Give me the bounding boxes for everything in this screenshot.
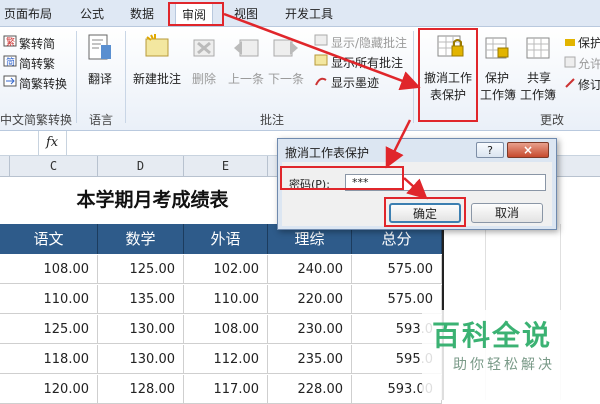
name-box[interactable] bbox=[0, 131, 39, 155]
previous-comment-button[interactable]: 上一条 bbox=[228, 70, 264, 87]
table-cell[interactable]: 108.00 bbox=[0, 255, 98, 284]
tab-view[interactable]: 视图 bbox=[234, 5, 258, 22]
protect-workbook-label-line1[interactable]: 保护 bbox=[485, 69, 509, 86]
table-cell[interactable]: 110.00 bbox=[184, 285, 268, 314]
track-changes-icon bbox=[564, 77, 576, 92]
trad-to-simp-icon: 繁 bbox=[3, 35, 17, 50]
simp-to-trad-button[interactable]: 简转繁 bbox=[19, 55, 55, 72]
table-cell[interactable]: 135.00 bbox=[98, 285, 184, 314]
allow-edit-button[interactable]: 允许 bbox=[578, 55, 600, 72]
column-header-c[interactable]: C bbox=[10, 156, 98, 176]
show-hide-comment-button[interactable]: 显示/隐藏批注 bbox=[331, 34, 407, 51]
next-comment-button[interactable]: 下一条 bbox=[268, 70, 304, 87]
dialog-title: 撤消工作表保护 bbox=[285, 146, 370, 160]
share-workbook-label-line1[interactable]: 共享 bbox=[527, 69, 551, 86]
table-cell[interactable]: 102.00 bbox=[184, 255, 268, 284]
table-header-chinese[interactable]: 语文 bbox=[0, 224, 98, 254]
protect-workbook-icon bbox=[484, 35, 512, 64]
show-all-comments-icon bbox=[314, 54, 328, 70]
protect-share-icon bbox=[564, 35, 576, 50]
delete-comment-button[interactable]: 删除 bbox=[192, 70, 216, 87]
trad-to-simp-button[interactable]: 繁转简 bbox=[19, 35, 55, 52]
highlight-box-ok-button bbox=[384, 197, 466, 227]
highlight-box-password bbox=[280, 166, 404, 190]
table-cell[interactable]: 112.00 bbox=[184, 345, 268, 374]
tab-developer[interactable]: 开发工具 bbox=[285, 5, 333, 22]
table-cell[interactable]: 130.00 bbox=[98, 345, 184, 374]
group-label-changes: 更改 bbox=[540, 113, 565, 127]
delete-comment-icon bbox=[192, 35, 218, 64]
svg-text:繁: 繁 bbox=[6, 36, 15, 47]
group-separator bbox=[76, 31, 77, 123]
share-workbook-icon bbox=[525, 35, 553, 64]
cancel-button[interactable]: 取消 bbox=[471, 203, 543, 223]
group-separator bbox=[413, 31, 414, 123]
watermark-title: 百科全说 bbox=[432, 319, 553, 352]
table-cell[interactable]: 235.00 bbox=[268, 345, 352, 374]
group-label-comments: 批注 bbox=[260, 113, 285, 127]
tab-data[interactable]: 数据 bbox=[130, 5, 154, 22]
protect-share-button[interactable]: 保护 bbox=[578, 34, 600, 51]
table-cell[interactable]: 118.00 bbox=[0, 345, 98, 374]
ribbon-tab-bar: 页面布局 公式 数据 审阅 视图 开发工具 bbox=[0, 0, 600, 27]
table-cell[interactable]: 110.00 bbox=[0, 285, 98, 314]
group-label-language: 语言 bbox=[89, 113, 114, 127]
show-all-comments-button[interactable]: 显示所有批注 bbox=[331, 54, 403, 71]
simp-to-trad-icon: 简 bbox=[3, 55, 17, 70]
tab-formulas[interactable]: 公式 bbox=[80, 5, 104, 22]
table-cell[interactable]: 130.00 bbox=[98, 315, 184, 344]
group-label-chinese-conversion: 中文简繁转换 bbox=[0, 113, 73, 127]
tab-page-layout[interactable]: 页面布局 bbox=[4, 5, 52, 22]
show-ink-icon bbox=[314, 74, 328, 90]
show-hide-comment-icon bbox=[314, 34, 328, 50]
table-header-math[interactable]: 数学 bbox=[98, 224, 184, 254]
column-header-d[interactable]: D bbox=[98, 156, 184, 176]
table-cell[interactable]: 125.00 bbox=[0, 315, 98, 344]
previous-comment-icon bbox=[232, 35, 260, 64]
sheet-title: 本学期月考成绩表 bbox=[76, 189, 229, 211]
share-workbook-label-line2[interactable]: 工作簿 bbox=[520, 86, 556, 103]
translate-button[interactable]: 翻译 bbox=[88, 70, 112, 87]
highlight-box-unprotect-sheet bbox=[418, 28, 478, 122]
next-comment-icon bbox=[272, 35, 300, 64]
table-cell[interactable]: 108.00 bbox=[184, 315, 268, 344]
fx-icon[interactable]: fx bbox=[46, 135, 58, 150]
dialog-help-button[interactable]: ? bbox=[476, 142, 504, 158]
table-cell[interactable]: 240.00 bbox=[268, 255, 352, 284]
column-header-b[interactable] bbox=[0, 156, 10, 176]
conversion-icon bbox=[3, 75, 17, 90]
column-header-e[interactable]: E bbox=[184, 156, 268, 176]
new-comment-icon bbox=[143, 33, 171, 64]
group-separator bbox=[125, 31, 126, 123]
watermark-subtitle: 助你轻松解决 bbox=[453, 357, 555, 373]
highlight-box-review-tab bbox=[168, 2, 224, 26]
allow-edit-icon bbox=[564, 56, 576, 71]
table-cell[interactable]: 230.00 bbox=[268, 315, 352, 344]
table-cell[interactable]: 575.00 bbox=[352, 255, 442, 284]
watermark: 百科全说 助你轻松解决 bbox=[422, 310, 600, 400]
track-changes-button[interactable]: 修订 bbox=[578, 76, 600, 93]
table-cell[interactable]: 125.00 bbox=[98, 255, 184, 284]
translate-icon bbox=[87, 33, 113, 66]
table-header-english[interactable]: 外语 bbox=[184, 224, 268, 254]
protect-workbook-label-line2[interactable]: 工作簿 bbox=[480, 86, 516, 103]
simp-trad-convert-button[interactable]: 简繁转换 bbox=[19, 75, 67, 92]
dialog-close-button[interactable]: × bbox=[507, 142, 549, 158]
new-comment-button[interactable]: 新建批注 bbox=[133, 70, 181, 87]
ribbon-panel: 繁 繁转简 简 简转繁 简繁转换 中文简繁转换 翻译 语言 新建批注 删除 上一… bbox=[0, 27, 600, 131]
show-ink-button[interactable]: 显示墨迹 bbox=[331, 74, 379, 91]
table-cell[interactable]: 220.00 bbox=[268, 285, 352, 314]
svg-text:简: 简 bbox=[6, 56, 15, 67]
